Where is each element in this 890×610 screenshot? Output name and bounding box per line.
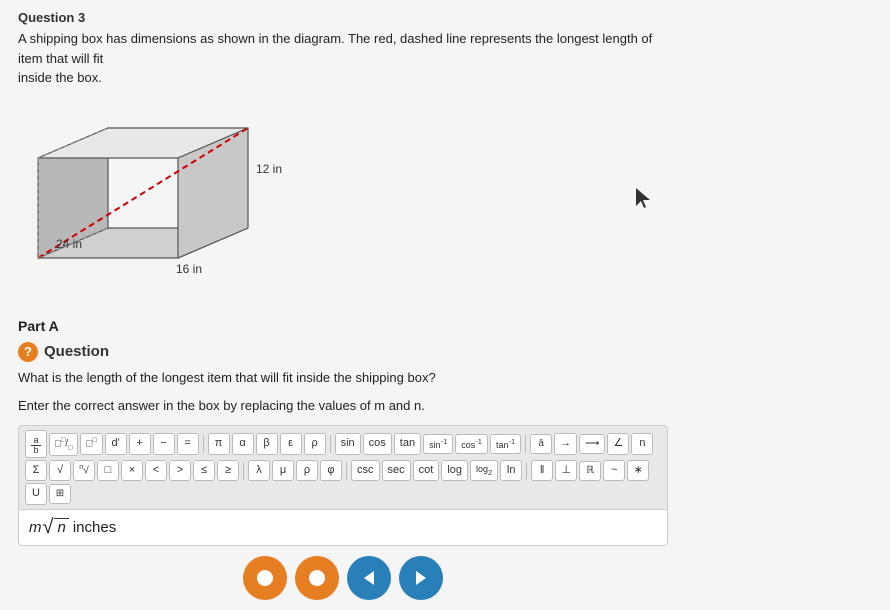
tilde-btn[interactable]: ~ xyxy=(603,460,625,481)
beta-btn[interactable]: β xyxy=(256,433,278,454)
question-header: Question 3 xyxy=(18,10,872,25)
sep1 xyxy=(203,435,204,453)
sin-btn[interactable]: sin xyxy=(335,433,361,454)
sep4 xyxy=(243,462,244,480)
sqrt-radicand: n xyxy=(54,518,68,536)
box2-btn[interactable]: □ xyxy=(97,460,119,481)
svg-text:16 in: 16 in xyxy=(176,262,202,276)
sep6 xyxy=(526,462,527,480)
mu-btn[interactable]: μ xyxy=(272,460,294,481)
plus-btn[interactable]: + xyxy=(129,433,151,454)
real-btn[interactable]: ℝ xyxy=(579,461,601,481)
part-a-label: Part A xyxy=(18,318,872,334)
derivative-btn2[interactable]: d' xyxy=(105,433,127,454)
dot-btn-2[interactable] xyxy=(295,556,339,600)
back-button[interactable] xyxy=(347,556,391,600)
forward-button[interactable] xyxy=(399,556,443,600)
answer-suffix: inches xyxy=(73,519,116,536)
geq-btn[interactable]: ≥ xyxy=(217,460,239,481)
sec-btn[interactable]: sec xyxy=(382,460,411,481)
sep3 xyxy=(525,435,526,453)
box-diagram: 12 in 24 in 16 in xyxy=(18,98,328,308)
arrow-right-btn[interactable]: → xyxy=(554,433,577,454)
arcsin-btn[interactable]: sin-1 xyxy=(423,434,453,455)
question-title-row: ? Question xyxy=(18,342,872,362)
star-btn[interactable]: ∗ xyxy=(627,460,649,481)
nthroot-btn[interactable]: n√ xyxy=(73,460,95,481)
arctan-btn[interactable]: tan-1 xyxy=(490,434,521,455)
leq-btn[interactable]: ≤ xyxy=(193,460,215,481)
sqrt-symbol: √ xyxy=(43,516,54,539)
cos-btn[interactable]: cos xyxy=(363,433,392,454)
desc-line2: inside the box. xyxy=(18,70,102,85)
question-icon: ? xyxy=(18,342,38,362)
lambda-btn[interactable]: λ xyxy=(248,460,270,481)
union-btn[interactable]: U xyxy=(25,483,47,504)
question-title: Question xyxy=(44,343,109,360)
diagram-area: 12 in 24 in 16 in xyxy=(18,98,872,308)
pi-btn[interactable]: π xyxy=(208,433,230,454)
equals-btn[interactable]: = xyxy=(177,433,199,454)
square-mixed-btn[interactable]: □□/□ xyxy=(49,433,78,456)
answer-box[interactable]: m √ n inches xyxy=(18,510,668,546)
log-btn[interactable]: log xyxy=(441,460,468,481)
answer-display: m √ n inches xyxy=(29,516,116,539)
cot-btn[interactable]: cot xyxy=(413,460,440,481)
greater-btn[interactable]: > xyxy=(169,460,191,481)
svg-text:12 in: 12 in xyxy=(256,162,282,176)
less-btn[interactable]: < xyxy=(145,460,167,481)
sep2 xyxy=(330,435,331,453)
minus-btn[interactable]: − xyxy=(153,433,175,454)
dot-btn-1[interactable] xyxy=(243,556,287,600)
question-section: ? Question What is the length of the lon… xyxy=(18,342,872,418)
rho2-btn[interactable]: ρ xyxy=(296,460,318,481)
parallel-btn[interactable]: ‖ xyxy=(531,460,553,481)
sigma-btn[interactable]: Σ xyxy=(25,460,47,481)
long-arrow-btn[interactable]: ⟶ xyxy=(579,434,605,454)
epsilon-btn[interactable]: ε xyxy=(280,433,302,454)
superscript-btn[interactable]: □□ xyxy=(80,433,102,454)
question-text1: What is the length of the longest item t… xyxy=(18,368,872,389)
arccos-btn[interactable]: cos-1 xyxy=(455,434,488,455)
sqrt-btn[interactable]: √ xyxy=(49,460,71,481)
vector-btn[interactable]: ā xyxy=(530,434,552,454)
perp-btn[interactable]: ⊥ xyxy=(555,460,577,481)
fraction-btn[interactable]: a b xyxy=(25,430,47,458)
page-container: Question 3 A shipping box has dimensions… xyxy=(0,0,890,610)
sep5 xyxy=(346,462,347,480)
csc-btn[interactable]: csc xyxy=(351,460,380,481)
tan-btn[interactable]: tan xyxy=(394,433,421,454)
desc-line1: A shipping box has dimensions as shown i… xyxy=(18,31,652,66)
description: A shipping box has dimensions as shown i… xyxy=(18,29,678,88)
ln-btn[interactable]: ln xyxy=(500,460,522,481)
alpha-btn[interactable]: α xyxy=(232,433,254,454)
math-toolbar: a b □□/□ □□ d' + − = π α β ε ρ sin cos t… xyxy=(18,425,668,510)
phi-btn[interactable]: φ xyxy=(320,460,342,481)
rho-btn[interactable]: ρ xyxy=(304,433,326,454)
log2-btn[interactable]: log2 xyxy=(470,460,498,481)
question-text2: Enter the correct answer in the box by r… xyxy=(18,396,872,417)
times-btn[interactable]: × xyxy=(121,460,143,481)
cursor-arrow xyxy=(636,188,652,208)
matrix-btn[interactable]: ⊞ xyxy=(49,484,71,504)
answer-prefix: m xyxy=(29,519,42,536)
n-btn[interactable]: n xyxy=(631,433,653,454)
bottom-buttons xyxy=(18,556,668,600)
angle-btn[interactable]: ∠ xyxy=(607,433,629,454)
